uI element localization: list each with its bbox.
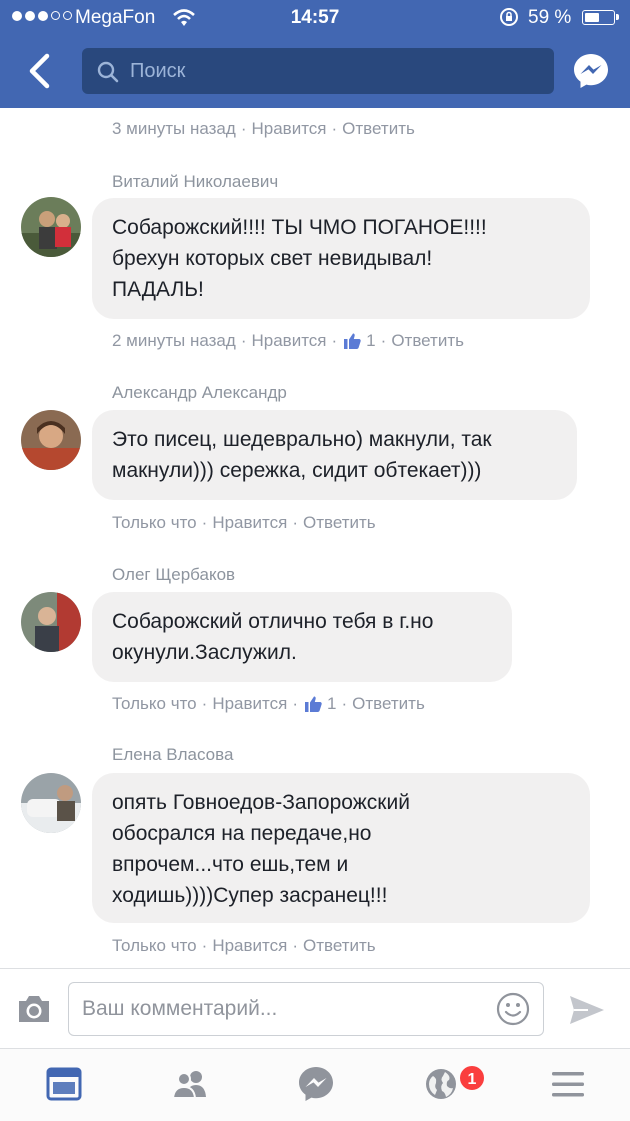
reply-link[interactable]: Ответить: [303, 936, 376, 956]
like-link[interactable]: Нравится: [212, 694, 287, 714]
battery-percent: 59 %: [528, 7, 572, 28]
like-count[interactable]: 1: [342, 331, 376, 351]
comment-bubble[interactable]: Это писец, шедеврально) макнули, так мак…: [92, 410, 577, 500]
comment-meta: Только что · Нравится · Ответить: [112, 513, 376, 533]
tab-messenger[interactable]: [296, 1064, 336, 1104]
comment-timestamp: Только что: [112, 694, 197, 713]
camera-button[interactable]: [16, 992, 52, 1026]
tab-friend-requests[interactable]: [170, 1064, 210, 1104]
tab-more-menu[interactable]: [548, 1064, 588, 1104]
comment-meta: Только что · Нравится · 1 · Ответить: [112, 694, 425, 714]
rotation-lock-icon: [500, 8, 518, 26]
comment-timestamp: 3 минуты назад: [112, 119, 236, 138]
comment-input[interactable]: [68, 982, 544, 1036]
avatar[interactable]: [21, 197, 81, 257]
comment-bubble[interactable]: Собарожский!!!! ТЫ ЧМО ПОГАНОЕ!!!! бреху…: [92, 198, 590, 319]
like-link[interactable]: Нравится: [212, 936, 287, 956]
comment-bubble[interactable]: опять Говноедов-Запорожский обосрался на…: [92, 773, 590, 923]
composer-divider: [0, 968, 630, 969]
tab-news-feed[interactable]: [44, 1064, 84, 1104]
comment-author[interactable]: Александр Александр: [112, 383, 287, 403]
avatar[interactable]: [21, 410, 81, 470]
reply-link[interactable]: Ответить: [303, 513, 376, 533]
comment-meta: 3 минуты назад · Нравится · Ответить: [112, 119, 415, 139]
back-button[interactable]: [22, 50, 56, 92]
tab-notifications[interactable]: [421, 1064, 461, 1104]
like-count[interactable]: 1: [303, 694, 336, 714]
comment-timestamp: Только что: [112, 936, 197, 955]
reply-link[interactable]: Ответить: [352, 694, 425, 714]
comment-author[interactable]: Виталий Николаевич: [112, 172, 278, 192]
like-link[interactable]: Нравится: [251, 331, 326, 351]
comment-meta: 2 минуты назад · Нравится · 1 · Ответить: [112, 331, 464, 351]
comment-author[interactable]: Елена Власова: [112, 745, 233, 765]
comment-timestamp: 2 минуты назад: [112, 331, 236, 350]
battery-icon: [582, 10, 619, 25]
send-button[interactable]: [568, 993, 606, 1027]
reply-link[interactable]: Ответить: [342, 119, 415, 139]
thumbs-up-icon: [344, 333, 361, 349]
search-input[interactable]: [82, 48, 554, 94]
status-bar: MegaFon 14:57 59 %: [0, 0, 630, 38]
avatar[interactable]: [21, 592, 81, 652]
avatar[interactable]: [21, 773, 81, 833]
messenger-button[interactable]: [572, 52, 610, 90]
like-link[interactable]: Нравится: [251, 119, 326, 139]
comment-meta: Только что · Нравится · Ответить: [112, 936, 376, 956]
like-link[interactable]: Нравится: [212, 513, 287, 533]
top-bar: MegaFon 14:57 59 %: [0, 0, 630, 108]
notifications-badge: 1: [458, 1064, 486, 1092]
thumbs-up-icon: [305, 696, 322, 712]
comment-timestamp: Только что: [112, 513, 197, 532]
sticker-button[interactable]: [496, 992, 530, 1026]
comment-bubble[interactable]: Собарожский отлично тебя в г.но окунули.…: [92, 592, 512, 682]
reply-link[interactable]: Ответить: [391, 331, 464, 351]
comment-author[interactable]: Олег Щербаков: [112, 565, 235, 585]
